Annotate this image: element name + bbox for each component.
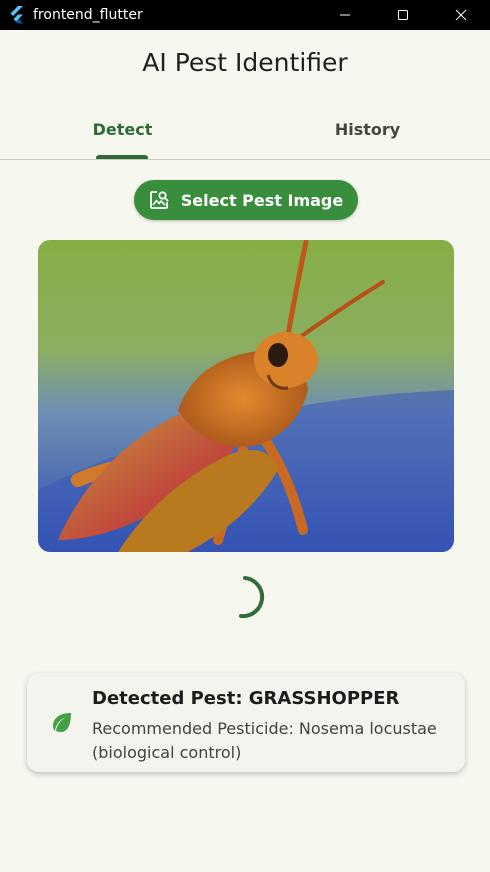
maximize-icon (398, 10, 408, 20)
tab-history[interactable]: History (245, 100, 490, 159)
detected-pest-label: Detected Pest: GRASSHOPPER (92, 688, 400, 709)
minimize-button[interactable] (316, 0, 374, 30)
pest-image (38, 240, 454, 552)
maximize-button[interactable] (374, 0, 432, 30)
loading-spinner-icon (239, 576, 265, 619)
minimize-icon (340, 14, 350, 16)
leaf-icon (53, 713, 71, 732)
window-title: frontend_flutter (33, 7, 143, 23)
close-button[interactable] (432, 0, 490, 30)
close-icon (455, 9, 467, 21)
select-image-button[interactable]: Select Pest Image (134, 180, 358, 220)
result-card: Detected Pest: GRASSHOPPER Recommended P… (27, 673, 465, 772)
tab-indicator (96, 155, 148, 159)
recommended-pesticide-text: Recommended Pesticide: Nosema locustae (… (92, 719, 437, 762)
page-title: AI Pest Identifier (142, 48, 348, 77)
tab-bar: Detect History (0, 100, 490, 160)
window-titlebar: frontend_flutter (0, 0, 490, 30)
flutter-logo-icon (10, 6, 23, 24)
tab-detect[interactable]: Detect (0, 100, 245, 159)
select-image-label: Select Pest Image (180, 190, 344, 210)
image-search-icon (149, 190, 169, 210)
